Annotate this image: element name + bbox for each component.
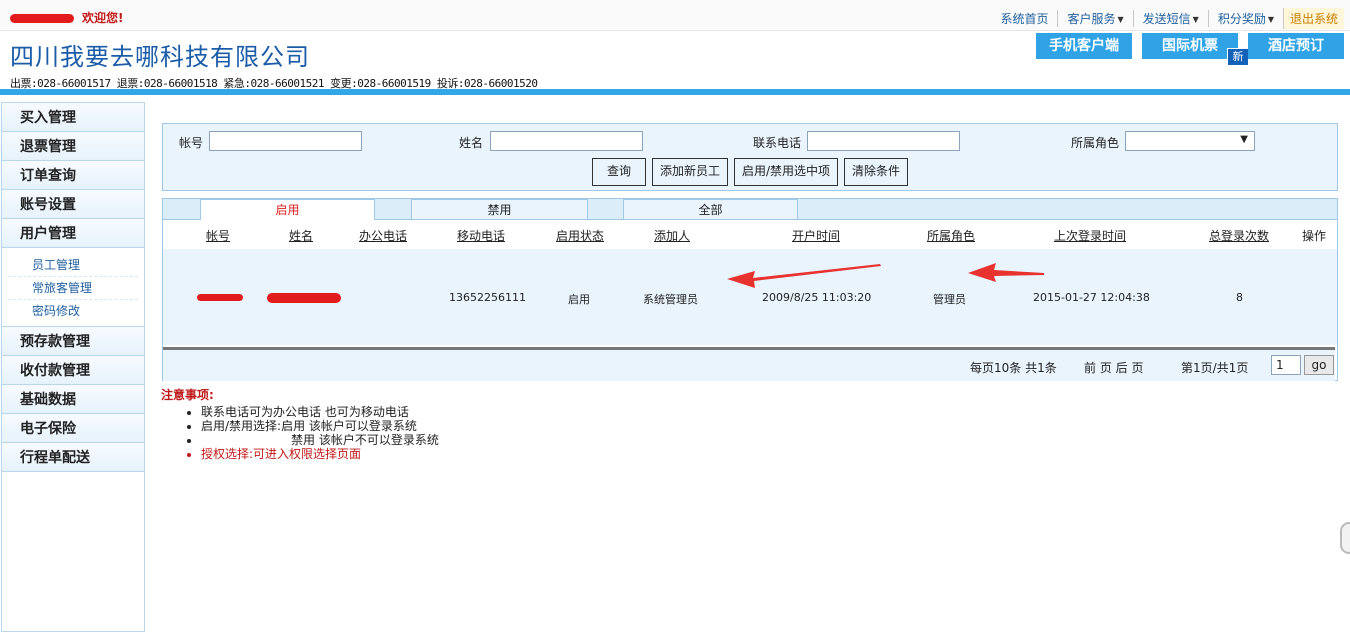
logout-link[interactable]: 退出系统 [1282,8,1344,29]
go-button[interactable]: go [1304,355,1334,375]
column-mobile-phone[interactable]: 移动电话 [457,227,505,244]
add-employee-button[interactable]: 添加新员工 [652,158,728,186]
status-tabstrip: 启用 禁用 全部 [163,199,1337,220]
role-label: 所属角色 [1071,136,1120,150]
caret-down-icon: ▼ [1192,15,1199,24]
cell-open-time: 2009/8/25 11:03:20 [762,291,872,304]
note-item: 禁用 该帐户不可以登录系统 [201,433,439,447]
notes-list: 联系电话可为办公电话 也可为移动电话 启用/禁用选择:启用 该帐户可以登录系统 … [161,405,439,461]
sidebar-sub-employee[interactable]: 员工管理 [8,254,138,277]
nav-home-link[interactable]: 系统首页 [991,10,1057,27]
column-status[interactable]: 启用状态 [556,227,604,244]
sidebar: 买入管理 退票管理 订单查询 账号设置 用户管理 员工管理 常旅客管理 密码修改… [1,102,145,632]
page-number-input[interactable]: 1 [1271,355,1301,375]
redacted-username [10,14,74,23]
nav-customer-service-label: 客户服务 [1067,12,1116,26]
sidebar-sub-password[interactable]: 密码修改 [8,300,138,322]
scroll-handle[interactable] [1340,522,1350,554]
sidebar-item-deposit[interactable]: 预存款管理 [2,327,144,356]
tab-all[interactable]: 全部 [623,199,798,219]
search-panel: 帐号 姓名 联系电话 所属角色 ▼ 查询 添加新员工 启用/禁用选中项 清除条件 [162,123,1338,191]
sidebar-item-user-management[interactable]: 用户管理 [2,219,144,248]
caret-down-icon: ▼ [1267,15,1274,24]
new-badge: 新 [1227,48,1249,66]
nav-points-reward-label: 积分奖励 [1217,12,1266,26]
cell-role: 管理员 [933,293,966,306]
name-input[interactable] [490,131,643,151]
pager-page-info: 第1页/共1页 [1181,361,1249,375]
column-name[interactable]: 姓名 [289,227,313,244]
sidebar-item-itinerary-delivery[interactable]: 行程单配送 [2,443,144,472]
annotation-arrow-icon [727,264,881,288]
pager-prev-next[interactable]: 前 页 后 页 [1084,359,1143,376]
user-management-submenu: 员工管理 常旅客管理 密码修改 [2,248,144,327]
pagination-bar: 每页10条 共1条 前 页 后 页 第1页/共1页 1 go [163,347,1335,381]
note-item: 授权选择:可进入权限选择页面 [201,447,439,461]
sidebar-item-refund[interactable]: 退票管理 [2,132,144,161]
cell-status: 启用 [568,293,590,306]
phone-label: 联系电话 [753,136,802,150]
nav-customer-service[interactable]: 客户服务 ▼ [1057,10,1132,27]
note-item: 启用/禁用选择:启用 该帐户可以登录系统 [201,419,439,433]
sidebar-item-purchase[interactable]: 买入管理 [2,103,144,132]
cell-added-by: 系统管理员 [643,293,698,306]
sidebar-item-account-settings[interactable]: 账号设置 [2,190,144,219]
phone-input[interactable] [807,131,960,151]
cell-mobile: 13652256111 [449,291,526,304]
column-actions: 操作 [1302,229,1327,243]
account-input[interactable] [209,131,362,151]
column-added-by[interactable]: 添加人 [654,227,690,244]
column-account[interactable]: 帐号 [206,227,230,244]
column-last-login[interactable]: 上次登录时间 [1054,227,1126,244]
clear-conditions-button[interactable]: 清除条件 [844,158,908,186]
tab-enabled[interactable]: 启用 [200,199,375,220]
tab-international-flights[interactable]: 国际机票 [1142,33,1238,59]
caret-down-icon: ▼ [1117,15,1124,24]
sidebar-item-insurance[interactable]: 电子保险 [2,414,144,443]
sidebar-item-payments[interactable]: 收付款管理 [2,356,144,385]
annotation-arrow-icon [968,263,1044,282]
cell-login-count: 8 [1236,291,1243,304]
notes-title: 注意事项: [161,388,214,402]
sidebar-item-basic-data[interactable]: 基础数据 [2,385,144,414]
header-divider [0,89,1350,95]
column-role[interactable]: 所属角色 [927,227,975,244]
welcome-text: 欢迎您! [10,9,123,26]
sidebar-item-order-query[interactable]: 订单查询 [2,161,144,190]
top-navigation: 系统首页 客户服务 ▼ 发送短信 ▼ 积分奖励 ▼ 退出系统 [991,8,1344,29]
account-label: 帐号 [179,136,204,150]
pager-summary: 每页10条 共1条 [970,361,1057,375]
company-name: 四川我要去哪科技有限公司 [10,43,310,71]
column-office-phone[interactable]: 办公电话 [359,227,407,244]
top-bar: 欢迎您! 系统首页 客户服务 ▼ 发送短信 ▼ 积分奖励 ▼ 退出系统 [0,0,1350,31]
name-label: 姓名 [459,136,484,150]
toggle-enable-button[interactable]: 启用/禁用选中项 [734,158,838,186]
notes-section: 注意事项: 联系电话可为办公电话 也可为移动电话 启用/禁用选择:启用 该帐户可… [161,386,439,461]
role-select[interactable]: ▼ [1125,131,1255,151]
redacted-name [267,293,341,303]
column-login-count[interactable]: 总登录次数 [1209,227,1269,244]
query-button[interactable]: 查询 [592,158,646,186]
table-header: 帐号 姓名 办公电话 移动电话 启用状态 添加人 开户时间 所属角色 上次登录时… [163,221,1337,247]
tab-disabled[interactable]: 禁用 [411,199,588,219]
redacted-account [197,294,243,301]
nav-send-sms-label: 发送短信 [1142,12,1191,26]
welcome-label: 欢迎您! [82,11,124,25]
note-item: 联系电话可为办公电话 也可为移动电话 [201,405,439,419]
tab-mobile-client[interactable]: 手机客户端 [1036,33,1132,59]
sidebar-sub-frequent-traveler[interactable]: 常旅客管理 [8,277,138,300]
tab-hotel-booking[interactable]: 酒店预订 [1248,33,1344,59]
nav-send-sms[interactable]: 发送短信 ▼ [1132,10,1208,27]
nav-points-reward[interactable]: 积分奖励 ▼ [1207,10,1283,27]
cell-last-login: 2015-01-27 12:04:38 [1033,291,1150,304]
dropdown-arrow-icon: ▼ [1240,134,1248,145]
column-open-time[interactable]: 开户时间 [792,227,840,244]
